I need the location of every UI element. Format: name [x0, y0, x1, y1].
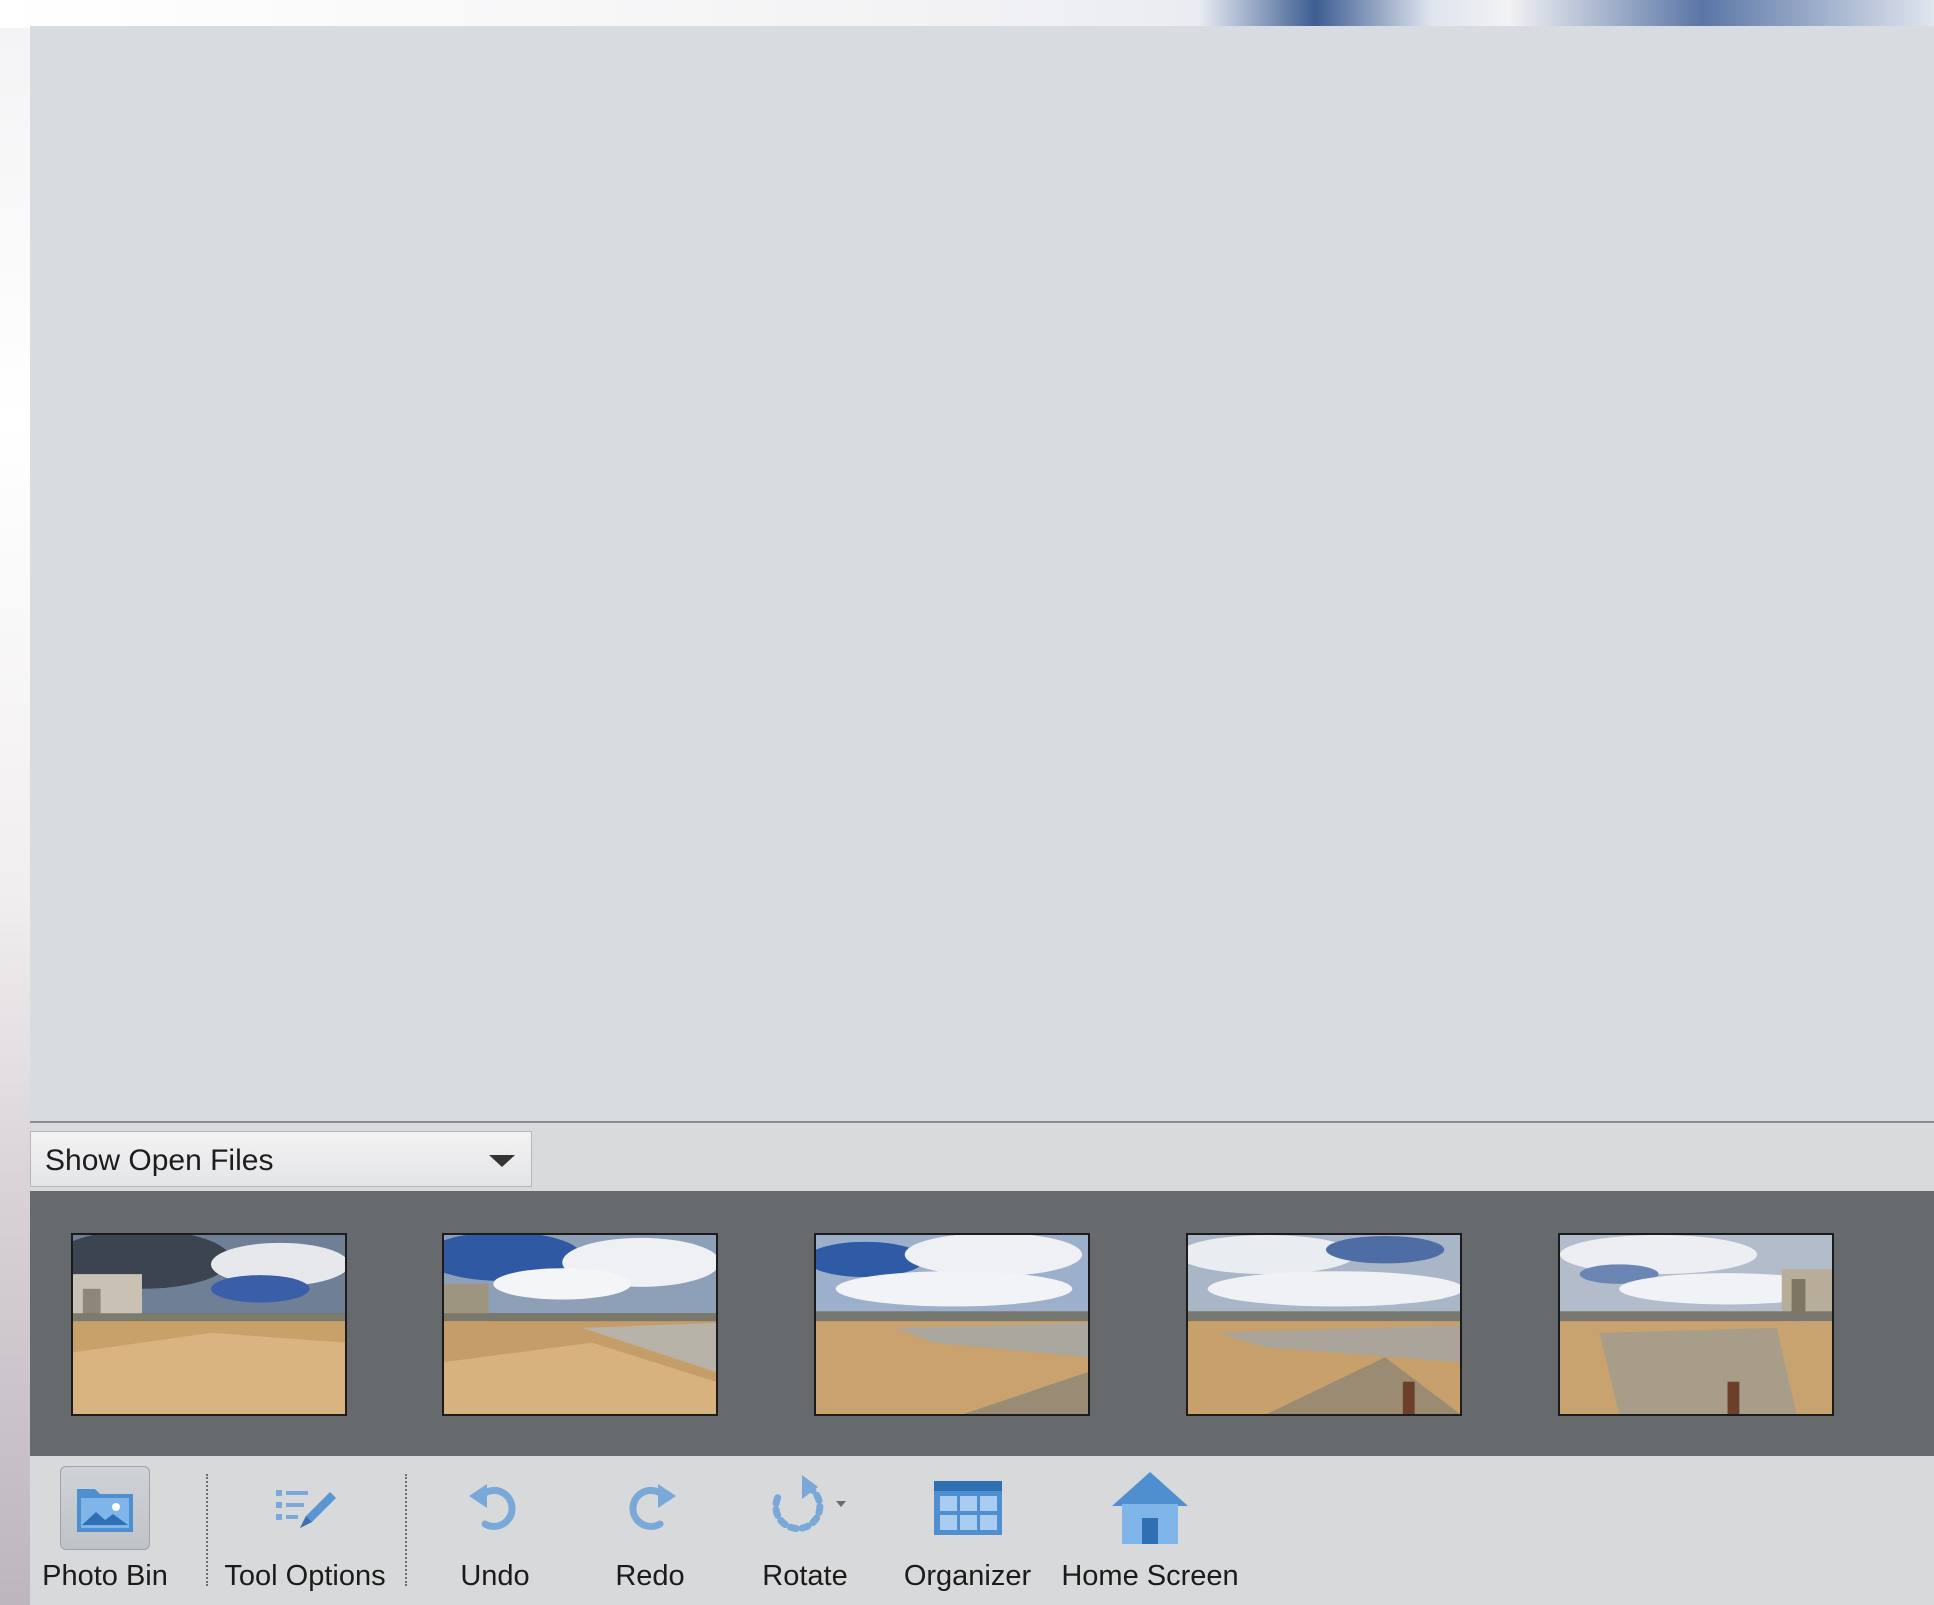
photo-bin-panel: [30, 1191, 1934, 1456]
organizer-icon: [923, 1466, 1013, 1550]
bottom-toolbar: Photo Bin Tool Options Undo Redo Rotate …: [30, 1456, 1934, 1605]
undo-label: Undo: [460, 1560, 530, 1592]
toolbar-divider: [206, 1474, 208, 1586]
beach-photo-image: [73, 1235, 345, 1414]
redo-label: Redo: [615, 1560, 685, 1592]
app-window: Show Open Files Photo Bin Tool Options U…: [0, 0, 1934, 1605]
photo-thumbnail[interactable]: [71, 1233, 347, 1416]
photo-thumbnail[interactable]: [814, 1233, 1090, 1416]
photo-bin-label: Photo Bin: [42, 1560, 168, 1592]
dropdown-selected-value: Show Open Files: [45, 1144, 274, 1177]
chevron-down-icon: [489, 1155, 515, 1167]
photo-thumbnail[interactable]: [1186, 1233, 1462, 1416]
toolbar-divider: [405, 1474, 407, 1586]
tool-options-button[interactable]: Tool Options: [210, 1456, 400, 1605]
home-screen-button[interactable]: Home Screen: [1050, 1456, 1250, 1605]
beach-photo-image: [1560, 1235, 1832, 1414]
beach-photo-image: [444, 1235, 716, 1414]
tool-options-label: Tool Options: [224, 1560, 386, 1592]
beach-photo-image: [816, 1235, 1088, 1414]
rotate-icon: [760, 1466, 850, 1550]
undo-button[interactable]: Undo: [430, 1456, 560, 1605]
photo-bin-button[interactable]: Photo Bin: [30, 1456, 180, 1605]
photo-bin-header: Show Open Files: [30, 1121, 1934, 1191]
organizer-label: Organizer: [903, 1560, 1032, 1592]
rotate-button[interactable]: Rotate: [740, 1456, 870, 1605]
home-screen-label: Home Screen: [1061, 1560, 1239, 1592]
photo-thumbnail[interactable]: [1558, 1233, 1834, 1416]
redo-icon: [605, 1466, 695, 1550]
photo-thumbnail[interactable]: [442, 1233, 718, 1416]
background-photo-edge: [0, 0, 1934, 28]
image-canvas[interactable]: [30, 26, 1934, 1121]
undo-icon: [450, 1466, 540, 1550]
beach-photo-image: [1188, 1235, 1460, 1414]
tool-options-icon: [260, 1466, 350, 1550]
home-icon: [1105, 1466, 1195, 1550]
background-photo-edge-left: [0, 28, 30, 1605]
show-files-dropdown[interactable]: Show Open Files: [30, 1131, 532, 1187]
rotate-label: Rotate: [762, 1560, 848, 1592]
photo-bin-icon: [60, 1466, 150, 1550]
organizer-button[interactable]: Organizer: [890, 1456, 1045, 1605]
redo-button[interactable]: Redo: [585, 1456, 715, 1605]
